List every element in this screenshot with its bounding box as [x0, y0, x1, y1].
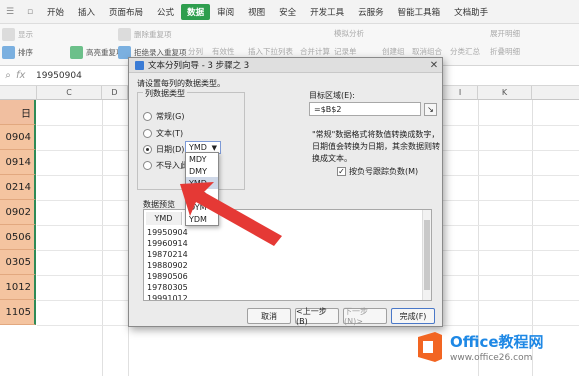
fx-icon[interactable]: fx [16, 70, 30, 81]
column-header-j[interactable]: K [478, 86, 532, 100]
preview-row: 19880902 [147, 261, 188, 270]
preview-row: 19780305 [147, 283, 188, 292]
tab-data[interactable]: 数据 [181, 3, 211, 20]
date-option[interactable]: MDY [186, 153, 218, 165]
record-form-button[interactable]: 记录单 [334, 46, 357, 57]
show-button[interactable]: 显示 [2, 28, 33, 41]
tab-cloud[interactable]: 云服务 [351, 0, 391, 24]
format-note: "常规"数据格式将数值转换成数字，日期值会转换为日期，其余数据则转换成文本。 [312, 130, 440, 163]
site-logo: Office教程网 www.office26.com [415, 318, 579, 376]
close-icon[interactable]: ✕ [426, 58, 442, 72]
range-select-icon[interactable]: ↘ [424, 103, 437, 116]
delete-dup-icon [118, 28, 131, 41]
office-logo-icon [415, 331, 445, 363]
arrow-shape [180, 182, 282, 246]
negative-sign-checkbox[interactable]: ✓ 按负号跟踪负数(M) [337, 166, 418, 177]
tab-start[interactable]: 开始 [40, 0, 71, 24]
target-input[interactable]: =$B$2 [309, 102, 421, 116]
preview-row: 19870214 [147, 250, 188, 259]
subtotal-button[interactable]: 分类汇总 [450, 46, 480, 57]
tab-doc-assistant[interactable]: 文档助手 [447, 0, 495, 24]
back-button[interactable]: <上一步(B) [295, 307, 339, 326]
tab-security[interactable]: 安全 [272, 0, 303, 24]
cell[interactable]: 0506 [0, 225, 36, 250]
cell[interactable]: 0904 [0, 125, 36, 150]
target-label: 目标区域(E): [309, 91, 355, 100]
preview-scrollbar[interactable] [422, 210, 431, 300]
zoom-icon[interactable]: ⌕ [0, 70, 16, 81]
collapse-detail-button[interactable]: 折叠明细 [490, 46, 520, 57]
sim-analysis-button[interactable]: 模拟分析 [334, 28, 364, 39]
col-type-label: 列数据类型 [143, 88, 187, 99]
cell[interactable]: 0914 [0, 150, 36, 175]
radio-date[interactable]: 日期(D) [143, 144, 184, 155]
cell[interactable]: 0214 [0, 175, 36, 200]
cell[interactable]: 0902 [0, 200, 36, 225]
save-icon[interactable]: ▫ [20, 0, 40, 24]
expand-detail-button[interactable]: 展开明细 [490, 28, 520, 39]
tab-page-layout[interactable]: 页面布局 [102, 0, 150, 24]
formula-input[interactable]: 19950904 [30, 71, 82, 81]
scrollbar-thumb[interactable] [424, 220, 430, 290]
cell[interactable]: 1105 [0, 300, 36, 325]
column-header-d[interactable]: D [102, 86, 128, 100]
tab-smart-toolbox[interactable]: 智能工具箱 [391, 0, 448, 24]
column-header-extra[interactable] [532, 86, 579, 100]
highlight-icon [70, 46, 83, 59]
cell[interactable]: 0305 [0, 250, 36, 275]
preview-row: 19991012 [147, 294, 188, 301]
menu-bar: ☰ ▫ 开始 插入 页面布局 公式 数据 审阅 视图 安全 开发工具 云服务 智… [0, 0, 579, 24]
preview-row: 19890506 [147, 272, 188, 281]
menu-icon[interactable]: ☰ [0, 0, 20, 24]
show-icon [2, 28, 15, 41]
column-header-b[interactable] [0, 86, 37, 100]
chevron-down-icon: ▼ [211, 143, 217, 152]
logo-url: www.office26.com [450, 353, 533, 363]
tab-formula[interactable]: 公式 [150, 0, 181, 24]
insert-dropdown-button[interactable]: 插入下拉列表 [248, 46, 293, 57]
sort-button[interactable]: 排序 [2, 46, 33, 59]
tab-view[interactable]: 视图 [241, 0, 272, 24]
next-button[interactable]: 下一步(N)> [343, 307, 387, 326]
split-button[interactable]: 分列 [188, 46, 203, 57]
sort-icon [2, 46, 15, 59]
cancel-button[interactable]: 取消 [247, 308, 291, 324]
radio-text[interactable]: 文本(T) [143, 128, 183, 139]
dialog-titlebar: 文本分列向导 - 3 步骤之 3 ✕ [129, 58, 442, 73]
merge-calc-button[interactable]: 合并计算 [300, 46, 330, 57]
column-header-c[interactable]: C [37, 86, 102, 100]
cell[interactable]: 1012 [0, 275, 36, 300]
dialog-app-icon [135, 60, 144, 70]
column-header-i[interactable]: I [443, 86, 478, 100]
tab-insert[interactable]: 插入 [71, 0, 102, 24]
create-group-button[interactable]: 创建组 [382, 46, 405, 57]
tab-review[interactable]: 审阅 [210, 0, 241, 24]
delete-duplicates-button[interactable]: 删除重复项 [118, 28, 172, 41]
validity-button[interactable]: 有效性 [212, 46, 235, 57]
radio-general[interactable]: 常规(G) [143, 111, 184, 122]
ungroup-button[interactable]: 取消组合 [412, 46, 442, 57]
dialog-title: 文本分列向导 - 3 步骤之 3 [148, 61, 250, 71]
logo-brand: Office教程网 [450, 333, 544, 351]
cell-header[interactable]: 日 [0, 100, 36, 125]
pointer-arrow-icon [180, 182, 282, 246]
tab-developer[interactable]: 开发工具 [303, 0, 351, 24]
highlight-duplicates-button[interactable]: 高亮重复项 [70, 46, 124, 59]
grid-line [102, 100, 103, 376]
